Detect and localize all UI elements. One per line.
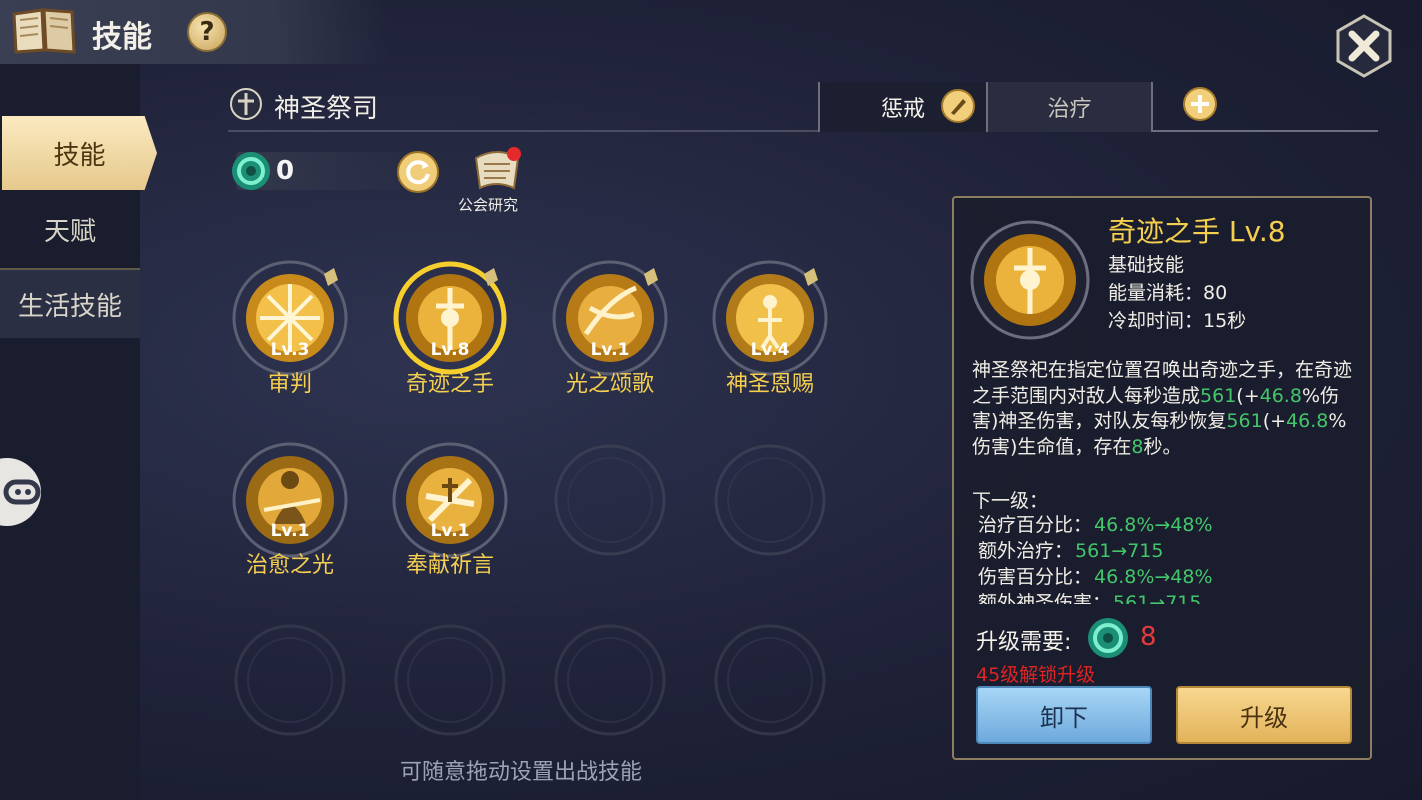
sidebar-item-life-skills[interactable]: 生活技能: [0, 268, 140, 338]
unequip-button[interactable]: 卸下: [976, 686, 1152, 744]
page-title: 技能: [92, 20, 152, 55]
skill-points-value: 0: [276, 156, 295, 186]
skill-level: Lv.1: [270, 521, 310, 541]
upgrade-requirement-label: 升级需要:: [976, 630, 1072, 655]
reset-icon[interactable]: [396, 150, 440, 194]
next-level-value: 561→715: [1113, 592, 1202, 604]
next-level-row: 额外神圣伤害： 561→715: [978, 588, 1201, 604]
empty-skill-slot[interactable]: [710, 620, 830, 740]
skill-detail-title: 奇迹之手 Lv.8: [1108, 215, 1286, 248]
skill-name: 神圣恩赐: [725, 372, 814, 397]
skill-level: Lv.4: [750, 340, 790, 360]
next-level-row: 额外治疗： 561→715: [978, 536, 1163, 563]
holy-priest-icon: [230, 88, 262, 120]
desc-value: 46.8: [1286, 410, 1329, 432]
next-level-label: 治疗百分比：: [978, 514, 1093, 536]
empty-skill-slot[interactable]: [710, 440, 830, 560]
desc-text: (+: [1236, 384, 1260, 407]
class-name: 神圣祭司: [274, 94, 379, 124]
next-level-row: 治疗百分比： 46.8%→48%: [978, 510, 1213, 537]
desc-value: 561: [1226, 410, 1263, 432]
skill-point-icon: [232, 152, 270, 190]
book-icon: [12, 8, 76, 54]
gamepad-icon[interactable]: [0, 452, 42, 532]
help-button[interactable]: ?: [187, 12, 227, 52]
guild-research-label: 公会研究: [458, 196, 519, 214]
edit-icon[interactable]: [940, 88, 976, 124]
next-level-list[interactable]: 治疗百分比： 46.8%→48% 额外治疗： 561→715 伤害百分比： 46.8%…: [970, 506, 1360, 604]
upgrade-button[interactable]: 升级: [1176, 686, 1352, 744]
skill-point-icon: [1088, 618, 1128, 658]
skill-level: Lv.3: [270, 340, 310, 360]
empty-skill-slot[interactable]: [550, 620, 670, 740]
empty-skill-slot[interactable]: [230, 620, 350, 740]
next-level-value: 46.8%→48%: [1094, 514, 1213, 536]
next-level-label: 伤害百分比：: [978, 566, 1093, 588]
empty-skill-slot[interactable]: [390, 620, 510, 740]
sidebar-item-talent[interactable]: 天赋: [0, 194, 140, 264]
add-icon[interactable]: [1182, 86, 1218, 122]
unlock-requirement: 45级解锁升级: [976, 664, 1096, 686]
empty-skill-slot[interactable]: [550, 440, 670, 560]
skill-name: 审判: [267, 372, 312, 397]
skill-type: 基础技能: [1108, 254, 1185, 276]
desc-text: 秒。: [1143, 435, 1182, 458]
sidebar: 技能 天赋 生活技能: [0, 64, 157, 800]
skill-level: Lv.1: [590, 340, 630, 360]
desc-value: 46.8: [1259, 384, 1302, 407]
desc-value: 8: [1131, 435, 1144, 458]
desc-value: 561: [1200, 384, 1237, 407]
sidebar-item-skills[interactable]: 技能: [2, 116, 157, 190]
skill-level: Lv.1: [430, 521, 470, 541]
skill-description: 神圣祭祀在指定位置召唤出奇迹之手，在奇迹之手范围内对敌人每秒造成561(+46.…: [972, 358, 1364, 460]
next-level-label: 额外治疗：: [978, 540, 1074, 562]
guild-research-icon[interactable]: [470, 144, 526, 194]
next-level-label: 额外神圣伤害：: [978, 592, 1112, 604]
cooldown: 冷却时间：15秒: [1108, 310, 1247, 332]
drag-hint: 可随意拖动设置出战技能: [400, 760, 643, 785]
skill-name: 奉献祈言: [405, 553, 494, 578]
skill-level: Lv.8: [430, 340, 470, 360]
skill-name: 治愈之光: [245, 553, 334, 578]
skill-name: 奇迹之手: [405, 372, 494, 397]
desc-text: (+: [1262, 410, 1287, 432]
energy-cost: 能量消耗：80: [1108, 282, 1228, 304]
next-level-value: 46.8%→48%: [1094, 566, 1213, 588]
close-button[interactable]: [1332, 14, 1396, 78]
skill-detail-icon: [970, 220, 1090, 340]
next-level-value: 561→715: [1075, 540, 1164, 562]
upgrade-requirement-value: 8: [1140, 622, 1157, 652]
skill-name: 光之颂歌: [565, 372, 654, 397]
next-level-row: 伤害百分比： 46.8%→48%: [978, 562, 1213, 589]
tab-zhiliao[interactable]: 治疗: [988, 82, 1153, 132]
